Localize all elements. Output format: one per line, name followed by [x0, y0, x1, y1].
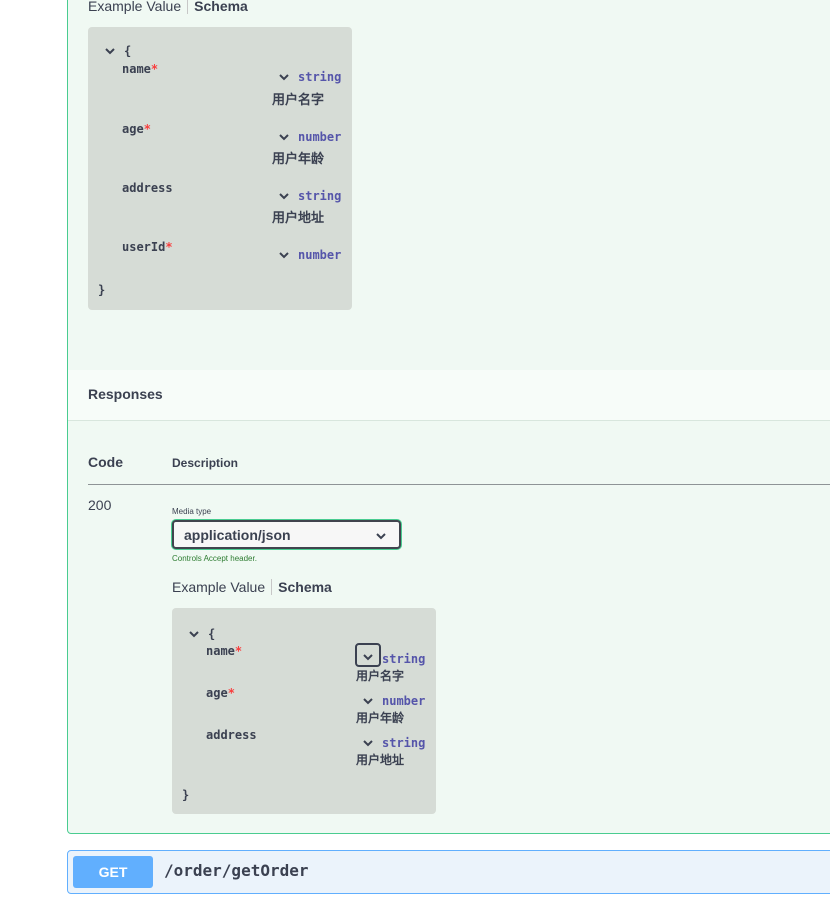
tab-example-value[interactable]: Example Value — [88, 0, 187, 14]
media-type-select[interactable]: application/json — [172, 520, 401, 549]
property-description: 用户年龄 — [356, 711, 405, 725]
required-mark: * — [227, 686, 235, 700]
property-type: string — [382, 736, 426, 750]
column-header-code: Code — [88, 454, 123, 470]
type-toggle[interactable] — [362, 737, 374, 752]
property-type: number — [298, 248, 342, 262]
type-toggle[interactable] — [278, 249, 290, 264]
chevron-down-icon — [279, 252, 289, 259]
property-type: string — [298, 70, 342, 84]
property-name: address — [122, 181, 173, 195]
chevron-down-icon — [363, 698, 373, 705]
chevron-down-icon — [363, 740, 373, 747]
type-toggle[interactable] — [278, 190, 290, 205]
required-mark: * — [234, 644, 243, 658]
media-type-label: Media type — [172, 507, 212, 516]
column-header-description: Description — [172, 456, 239, 470]
property-description: 用户地址 — [356, 753, 405, 767]
required-mark: * — [150, 62, 159, 76]
model-toggle[interactable] — [104, 45, 116, 60]
property-name: address — [206, 728, 257, 742]
response-example-tabs: Example Value Schema — [172, 579, 338, 595]
property-description: 用户地址 — [272, 211, 325, 226]
type-toggle[interactable] — [278, 71, 290, 86]
responses-title: Responses — [88, 386, 163, 402]
response-schema-model: { name* string 用户名字 age* number 用户年龄 add… — [172, 608, 436, 814]
chevron-down-icon — [376, 533, 386, 540]
chevron-down-icon — [279, 74, 289, 81]
property-description: 用户名字 — [356, 669, 405, 683]
chevron-down-icon — [105, 48, 115, 55]
required-mark: * — [165, 240, 173, 254]
property-type: string — [382, 652, 426, 666]
operation-get-order[interactable]: GET /order/getOrder — [67, 850, 830, 894]
open-brace: { — [208, 627, 216, 641]
tab-schema[interactable]: Schema — [272, 579, 338, 595]
tab-example-value[interactable]: Example Value — [172, 579, 271, 595]
controls-accept-note: Controls Accept header. — [172, 554, 257, 563]
property-type: number — [382, 694, 426, 708]
property-type: number — [298, 130, 342, 144]
responses-header — [68, 370, 830, 421]
property-name: age* — [206, 686, 235, 700]
request-schema-model: { name* string 用户名字 age* number 用户年龄 add… — [88, 27, 352, 310]
property-description: 用户名字 — [272, 93, 325, 108]
required-mark: * — [143, 122, 151, 136]
property-type: string — [298, 189, 342, 203]
table-divider — [88, 484, 830, 485]
method-badge-get[interactable]: GET — [73, 856, 153, 888]
model-toggle[interactable] — [188, 628, 200, 643]
close-brace: } — [98, 283, 106, 297]
request-example-tabs: Example Value Schema — [88, 0, 254, 14]
property-name: userId* — [122, 240, 173, 254]
operation-path[interactable]: /order/getOrder — [164, 861, 309, 880]
media-type-value: application/json — [184, 527, 291, 543]
chevron-down-icon — [363, 654, 373, 661]
open-brace: { — [124, 44, 132, 58]
type-toggle[interactable] — [362, 695, 374, 710]
property-name: name* — [122, 62, 159, 76]
chevron-down-icon — [279, 193, 289, 200]
chevron-down-icon — [279, 134, 289, 141]
close-brace: } — [182, 788, 190, 802]
property-description: 用户年龄 — [272, 152, 325, 167]
property-name: age* — [122, 122, 151, 136]
property-name: name* — [206, 644, 243, 658]
type-toggle-focused[interactable] — [355, 643, 381, 667]
chevron-down-icon — [189, 631, 199, 638]
tab-schema[interactable]: Schema — [188, 0, 254, 14]
response-code: 200 — [88, 497, 112, 513]
type-toggle[interactable] — [278, 131, 290, 146]
